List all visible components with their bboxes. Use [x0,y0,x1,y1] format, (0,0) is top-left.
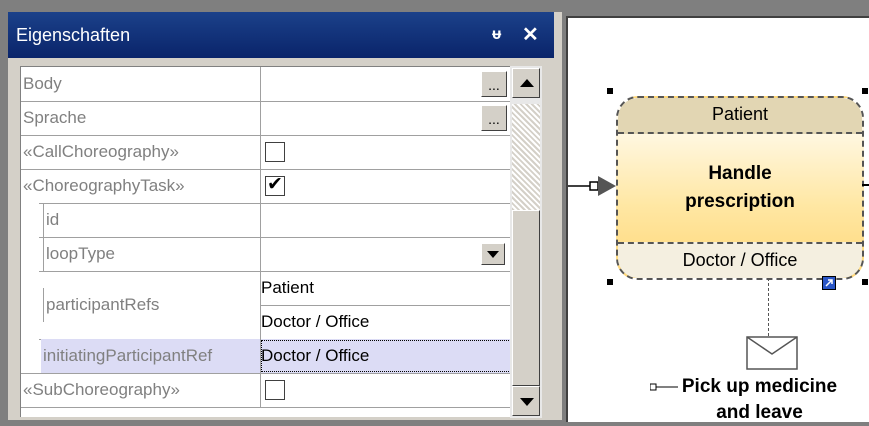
property-value-body[interactable] [260,67,512,101]
property-row-choreographytask[interactable]: «ChoreographyTask» ✔ [21,169,511,204]
property-label: id [43,203,59,237]
link-icon[interactable] [822,276,836,290]
envelope-icon[interactable] [746,336,798,370]
property-label: Body [23,74,62,93]
property-row-id[interactable]: id [21,203,511,238]
scroll-track[interactable] [512,104,540,210]
selection-handle[interactable] [862,88,868,94]
pin-icon[interactable]: ᵾ [492,24,501,46]
panel-title: Eigenschaften [16,25,131,45]
property-value-id[interactable] [260,203,512,237]
indent-bar [21,203,39,237]
message-label: Pick up medicine and leave [681,376,838,423]
outgoing-sequence-flow[interactable] [862,184,869,186]
scroll-down-arrow[interactable] [512,386,540,416]
property-grid: Body ... Sprache ... «CallChoreography» … [20,66,512,417]
ellipsis-button[interactable]: ... [481,71,507,97]
bottom-participant-label: Doctor / Office [682,250,798,270]
participant-ref-value[interactable]: Doctor / Office [261,305,369,339]
property-label: Sprache [23,108,87,127]
property-row-sprache[interactable]: Sprache ... [21,101,511,136]
property-label: «ChoreographyTask» [23,176,185,195]
property-row-initiatingparticipantref[interactable]: initiatingParticipantRef Doctor / Office [21,339,512,374]
callchoreography-checkbox[interactable] [265,142,285,162]
property-value-choreographytask [260,169,512,203]
property-label: «CallChoreography» [23,142,179,161]
property-row-callchoreography[interactable]: «CallChoreography» [21,135,511,170]
task-name: Handle prescription [685,163,795,212]
property-value-subchoreography [260,373,512,407]
participant-ref-value[interactable]: Patient [261,271,314,305]
selection-handle[interactable] [607,279,613,285]
close-icon[interactable]: ✕ [522,24,539,46]
property-value-looptype[interactable] [260,237,512,271]
property-row-participantrefs[interactable]: participantRefs Patient Doctor / Office [21,271,511,340]
property-row-body[interactable]: Body ... [21,67,511,102]
indent-bar [21,271,39,339]
scroll-up-arrow[interactable] [512,68,540,98]
property-label: «SubChoreography» [23,380,180,399]
looptype-dropdown-arrow[interactable] [481,243,505,265]
scroll-thumb[interactable] [512,210,540,386]
message-connector [768,278,769,336]
property-value-callchoreography [260,135,512,169]
pane-splitter[interactable] [554,12,562,420]
property-value-sprache[interactable] [260,101,512,135]
ellipsis-button[interactable]: ... [481,105,507,131]
choreography-task[interactable]: Patient Handle prescription Doctor / Off… [616,96,864,280]
top-participant-band[interactable]: Patient [618,98,862,134]
top-participant-label: Patient [711,104,769,124]
property-row-looptype[interactable]: loopType [21,237,511,272]
indent-bar [21,339,39,373]
selection-handle[interactable] [862,279,868,285]
selection-handle[interactable] [607,88,613,94]
property-row-subchoreography[interactable]: «SubChoreography» [21,373,511,408]
initiating-participant-value: Doctor / Office [261,346,370,365]
subchoreography-checkbox[interactable] [265,380,285,400]
property-label: initiatingParticipantRef [41,339,260,373]
property-label: loopType [43,237,115,271]
link-arrow-icon [825,279,833,287]
checkmark-icon: ✔ [267,174,283,195]
property-label: participantRefs [43,288,159,322]
indent-bar [21,237,39,271]
choreographytask-checkbox[interactable]: ✔ [265,174,285,196]
bottom-participant-band[interactable]: Doctor / Office [618,242,862,278]
